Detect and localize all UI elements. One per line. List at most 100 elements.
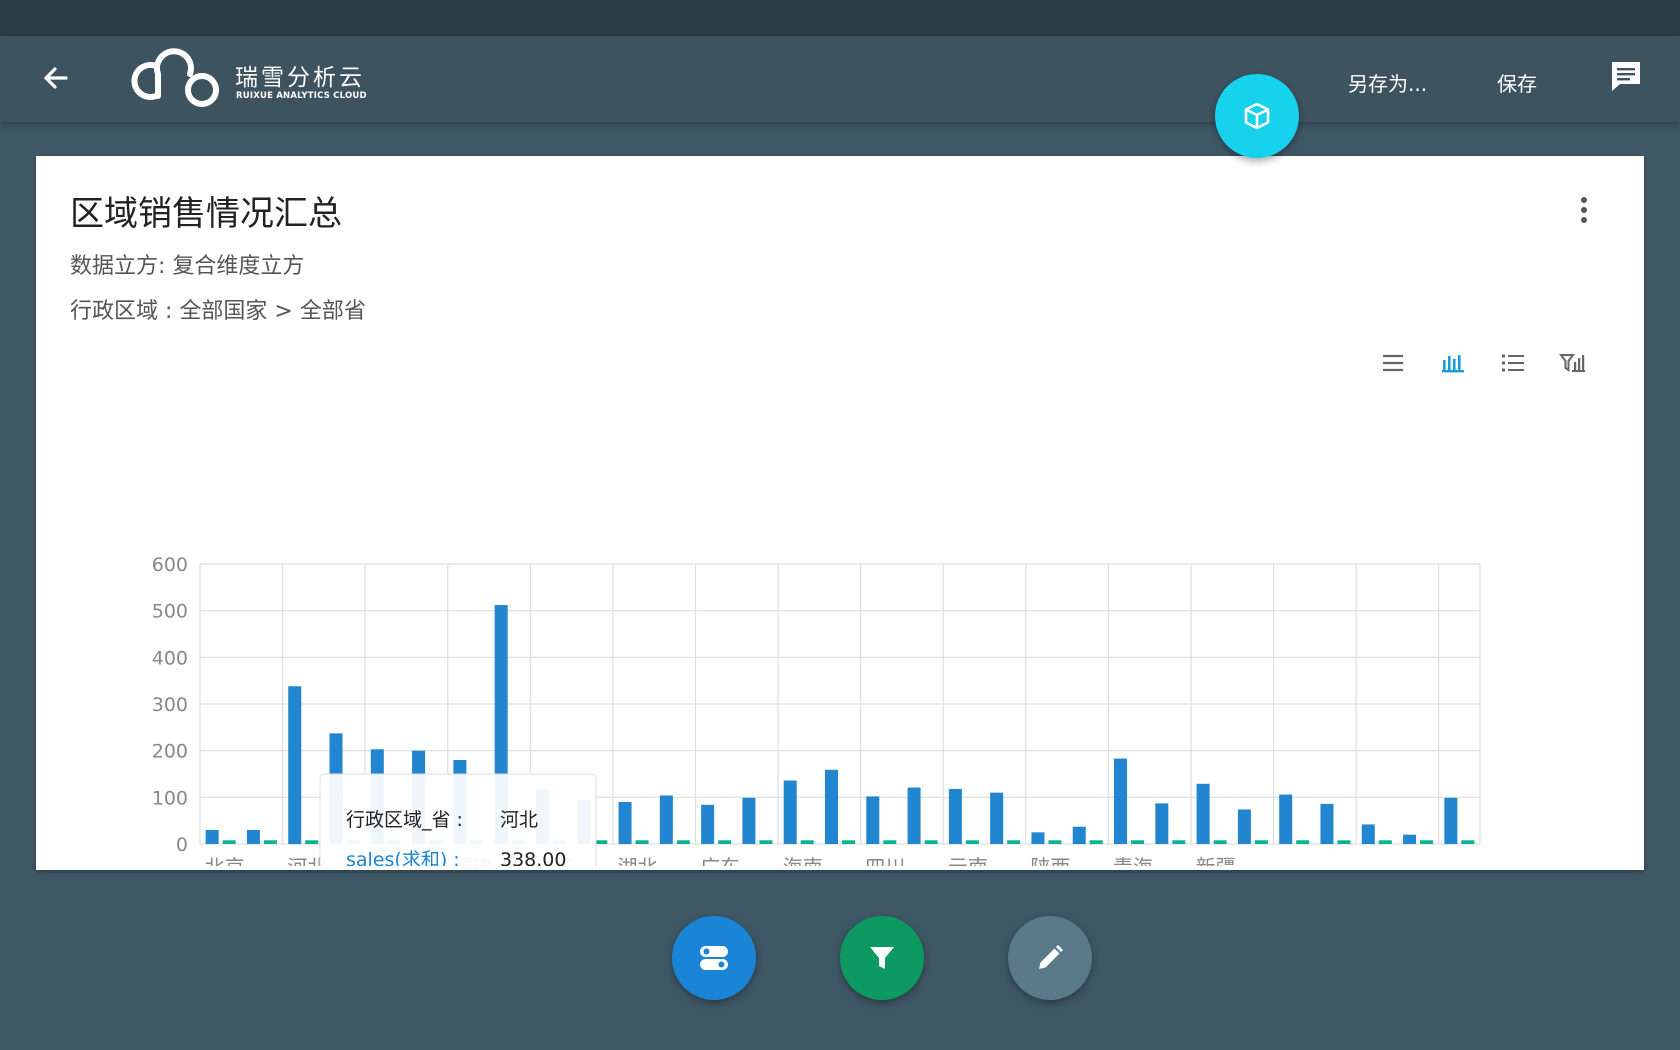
bar-sales-avg[interactable] bbox=[1254, 840, 1268, 844]
bar-sales-sum[interactable] bbox=[701, 804, 715, 844]
bar-sales-sum[interactable] bbox=[1320, 803, 1334, 844]
cloud-logo-icon bbox=[131, 48, 219, 107]
report-card: 区域销售情况汇总 数据立方: 复合维度立方 行政区域 : 全部国家 > 全部省 bbox=[36, 156, 1644, 870]
bar-sales-avg[interactable] bbox=[965, 840, 979, 844]
bar-sales-avg[interactable] bbox=[759, 840, 773, 844]
bar-sales-sum[interactable] bbox=[659, 795, 673, 844]
y-tick-label: 100 bbox=[152, 787, 188, 809]
bar-sales-sum[interactable] bbox=[246, 830, 260, 844]
y-tick-label: 0 bbox=[176, 834, 188, 856]
bar-sales-sum[interactable] bbox=[1155, 803, 1169, 844]
x-tick-label: 广东 bbox=[700, 855, 740, 866]
save-button[interactable]: 保存 bbox=[1497, 68, 1537, 97]
cube-info-value: 复合维度立方 bbox=[172, 254, 305, 279]
bar-sales-sum[interactable] bbox=[1403, 834, 1417, 844]
bar-sales-avg[interactable] bbox=[635, 840, 649, 844]
logo-chinese-text: 瑞雪分析云 bbox=[235, 65, 365, 91]
system-top-bar bbox=[0, 0, 1680, 36]
dimension-toggle-button[interactable] bbox=[672, 916, 756, 1000]
bar-sales-avg[interactable] bbox=[1131, 840, 1145, 844]
bar-sales-sum[interactable] bbox=[205, 830, 219, 844]
sales-bar-chart: 0100200300400500600北京河北浙江福建山东湖北广东海南四川云南陕… bbox=[152, 554, 1481, 866]
bar-sales-avg[interactable] bbox=[1420, 840, 1434, 844]
bar-sales-sum[interactable] bbox=[1114, 758, 1128, 844]
bar-sales-avg[interactable] bbox=[718, 840, 732, 844]
save-as-button[interactable]: 另存为... bbox=[1348, 68, 1427, 97]
chat-icon bbox=[1612, 62, 1640, 91]
more-options-button[interactable] bbox=[1574, 192, 1594, 228]
y-tick-label: 500 bbox=[152, 601, 188, 623]
more-vert-icon bbox=[1581, 197, 1587, 223]
funnel-chart-view-icon bbox=[1559, 354, 1585, 372]
bar-sales-sum[interactable] bbox=[618, 802, 632, 844]
bar-sales-sum[interactable] bbox=[783, 780, 797, 844]
edit-button[interactable] bbox=[1008, 916, 1092, 1000]
table-view-button[interactable] bbox=[1378, 348, 1408, 378]
bar-sales-sum[interactable] bbox=[990, 792, 1004, 844]
ruixue-logo: 瑞雪分析云 RUIXUE ANALYTICS CLOUD bbox=[124, 46, 384, 112]
bar-sales-avg[interactable] bbox=[1172, 840, 1186, 844]
x-tick-label: 四川 bbox=[865, 855, 905, 866]
bar-sales-avg[interactable] bbox=[676, 840, 690, 844]
bar-sales-sum[interactable] bbox=[948, 788, 962, 844]
bar-sales-sum[interactable] bbox=[1361, 824, 1375, 844]
tooltip-dimension-label: 行政区域_省 : bbox=[346, 809, 463, 831]
bar-sales-avg[interactable] bbox=[222, 840, 236, 844]
toggle-icon bbox=[700, 946, 728, 970]
x-tick-label: 北京 bbox=[205, 855, 245, 866]
x-tick-label: 青海 bbox=[1113, 855, 1153, 866]
dimension-breadcrumb: 行政区域 : 全部国家 > 全部省 bbox=[70, 293, 366, 325]
bar-sales-avg[interactable] bbox=[883, 840, 897, 844]
bar-sales-sum[interactable] bbox=[825, 769, 838, 844]
bar-sales-avg[interactable] bbox=[1213, 840, 1227, 844]
funnel-chart-view-button[interactable] bbox=[1558, 348, 1588, 378]
back-button[interactable] bbox=[36, 58, 76, 98]
bar-sales-avg[interactable] bbox=[1048, 840, 1062, 844]
table-view-icon bbox=[1383, 354, 1403, 372]
bar-sales-sum[interactable] bbox=[1196, 783, 1210, 844]
filter-icon bbox=[870, 947, 894, 969]
y-tick-label: 300 bbox=[152, 694, 188, 716]
list-view-button[interactable] bbox=[1498, 348, 1528, 378]
bar-sales-sum[interactable] bbox=[907, 787, 921, 844]
app-header: 瑞雪分析云 RUIXUE ANALYTICS CLOUD 另存为... 保存 bbox=[0, 36, 1680, 122]
x-tick-label: 陕西 bbox=[1030, 855, 1070, 866]
tooltip-series-label: sales(求和) : bbox=[346, 849, 460, 866]
bar-sales-avg[interactable] bbox=[842, 840, 855, 844]
bar-sales-avg[interactable] bbox=[800, 840, 814, 844]
bar-sales-sum[interactable] bbox=[1444, 797, 1458, 844]
report-title: 区域销售情况汇总 bbox=[70, 194, 342, 234]
comments-button[interactable] bbox=[1606, 56, 1646, 96]
bar-sales-sum[interactable] bbox=[1072, 826, 1086, 844]
bar-sales-sum[interactable] bbox=[1031, 832, 1045, 844]
x-tick-label: 海南 bbox=[783, 855, 823, 866]
bar-sales-avg[interactable] bbox=[1337, 840, 1351, 844]
tooltip-series-value: 338.00 bbox=[500, 849, 566, 866]
bar-sales-sum[interactable] bbox=[742, 797, 756, 844]
bar-sales-avg[interactable] bbox=[1296, 840, 1310, 844]
bar-chart-view-button[interactable] bbox=[1438, 348, 1468, 378]
cube-info: 数据立方: 复合维度立方 bbox=[70, 248, 304, 280]
dimension-label: 行政区域 : bbox=[70, 299, 173, 324]
filter-button[interactable] bbox=[840, 916, 924, 1000]
y-tick-label: 400 bbox=[152, 647, 188, 669]
y-tick-label: 200 bbox=[152, 741, 188, 763]
tooltip-dimension-value: 河北 bbox=[500, 809, 538, 831]
bar-sales-avg[interactable] bbox=[1007, 840, 1021, 844]
dimension-path[interactable]: 全部国家 > 全部省 bbox=[179, 299, 365, 324]
bar-sales-avg[interactable] bbox=[1461, 840, 1475, 844]
bar-sales-sum[interactable] bbox=[866, 796, 880, 844]
bar-sales-avg[interactable] bbox=[1378, 840, 1392, 844]
cube-button[interactable] bbox=[1215, 74, 1299, 158]
logo-english-text: RUIXUE ANALYTICS CLOUD bbox=[236, 91, 367, 101]
bar-sales-avg[interactable] bbox=[924, 840, 938, 844]
list-view-icon bbox=[1502, 354, 1524, 372]
bar-chart-view-icon bbox=[1442, 355, 1464, 373]
cube-info-label: 数据立方: bbox=[70, 254, 166, 279]
bar-sales-avg[interactable] bbox=[305, 840, 319, 844]
bar-sales-sum[interactable] bbox=[1237, 809, 1251, 844]
bar-sales-avg[interactable] bbox=[263, 840, 277, 844]
bar-sales-sum[interactable] bbox=[1279, 794, 1293, 844]
bar-sales-sum[interactable] bbox=[288, 686, 302, 844]
bar-sales-avg[interactable] bbox=[1089, 840, 1103, 844]
